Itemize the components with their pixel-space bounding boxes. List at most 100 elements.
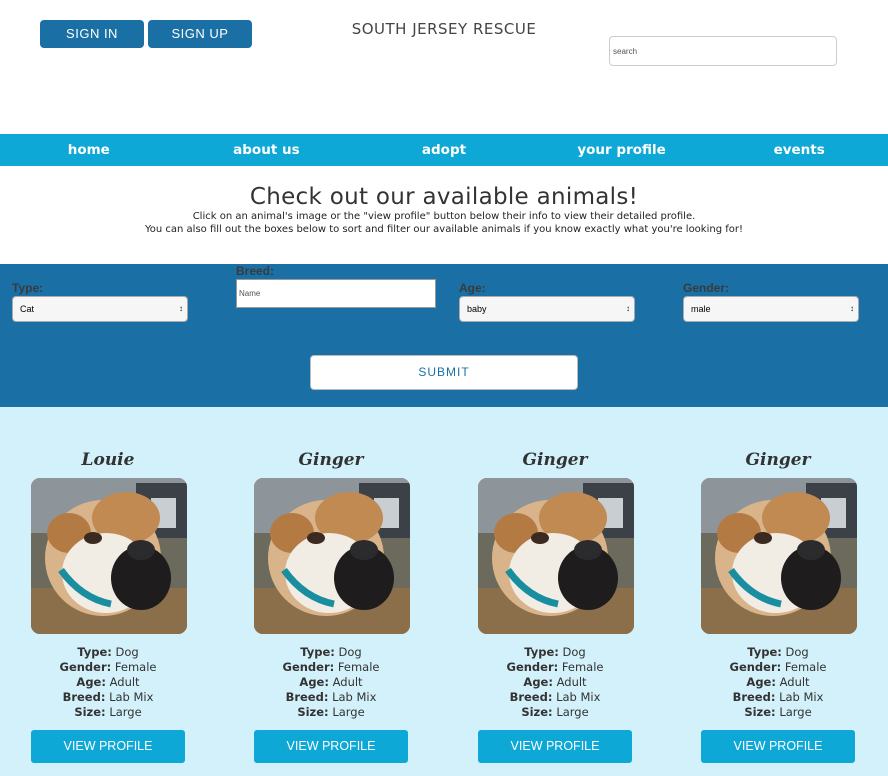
animal-gender: Female [561,660,604,674]
animal-type: Dog [115,645,139,659]
field-label: Gender: [282,660,335,674]
animal-breed: Lab Mix [779,690,824,704]
type-select-value: Cat [20,304,35,314]
submit-button[interactable]: SUBMIT [310,355,578,390]
animal-gender-row: Gender: Female [693,660,863,675]
field-label: Size: [74,705,106,719]
animal-info: Type: Dog Gender: Female Age: Adult Bree… [693,645,863,720]
animal-breed-row: Breed: Lab Mix [470,690,640,705]
field-label: Age: [523,675,553,689]
view-profile-button[interactable]: VIEW PROFILE [701,730,855,763]
animal-type: Dog [338,645,362,659]
animal-type-row: Type: Dog [693,645,863,660]
gender-select[interactable]: male ↕ [683,296,859,322]
age-select[interactable]: baby ↕ [459,296,635,322]
dog-photo-image [478,478,634,634]
breed-label: Breed: [236,264,275,278]
animal-age-row: Age: Adult [693,675,863,690]
animal-age: Adult [109,675,140,689]
animal-breed-row: Breed: Lab Mix [693,690,863,705]
nav-item-adopt[interactable]: adopt [355,134,533,166]
select-arrows-icon: ↕ [626,304,630,313]
field-label: Gender: [59,660,112,674]
animal-size: Large [109,705,142,719]
animal-size-row: Size: Large [693,705,863,720]
animal-gender-row: Gender: Female [470,660,640,675]
type-label: Type: [12,281,44,295]
field-label: Size: [744,705,776,719]
type-select[interactable]: Cat ↕ [12,296,188,322]
animal-name: Ginger [522,450,588,470]
animal-breed-row: Breed: Lab Mix [246,690,416,705]
field-label: Breed: [62,690,106,704]
animal-photo[interactable] [478,478,634,634]
animal-info: Type: Dog Gender: Female Age: Adult Bree… [470,645,640,720]
animal-age-row: Age: Adult [23,675,193,690]
field-label: Age: [299,675,329,689]
animal-photo[interactable] [254,478,410,634]
nav-item-your-profile[interactable]: your profile [533,134,711,166]
animal-gender: Female [114,660,157,674]
animal-age: Adult [779,675,810,689]
select-arrows-icon: ↕ [179,304,183,313]
animal-name: Ginger [298,450,364,470]
field-label: Age: [76,675,106,689]
animal-size: Large [332,705,365,719]
view-profile-button[interactable]: VIEW PROFILE [31,730,185,763]
animal-size-row: Size: Large [246,705,416,720]
dog-photo-image [254,478,410,634]
site-header: SIGN IN SIGN UP SOUTH JERSEY RESCUE [0,0,888,134]
field-label: Gender: [729,660,782,674]
age-label: Age: [459,281,486,295]
dog-photo-image [31,478,187,634]
gender-select-value: male [691,304,711,314]
field-label: Age: [746,675,776,689]
dog-photo-image [701,478,857,634]
animal-size: Large [779,705,812,719]
animal-photo[interactable] [701,478,857,634]
animal-breed: Lab Mix [556,690,601,704]
animal-breed-row: Breed: Lab Mix [23,690,193,705]
animal-type-row: Type: Dog [470,645,640,660]
nav-item-events[interactable]: events [710,134,888,166]
animal-gender-row: Gender: Female [23,660,193,675]
view-profile-button[interactable]: VIEW PROFILE [478,730,632,763]
sign-up-button[interactable]: SIGN UP [148,20,252,48]
nav-item-home[interactable]: home [0,134,178,166]
animal-info: Type: Dog Gender: Female Age: Adult Bree… [23,645,193,720]
intro-line-2: You can also fill out the boxes below to… [145,224,743,235]
field-label: Gender: [506,660,559,674]
page-title: Check out our available animals! [249,184,639,210]
field-label: Type: [77,645,112,659]
field-label: Type: [747,645,782,659]
animal-age-row: Age: Adult [470,675,640,690]
animal-age: Adult [556,675,587,689]
animal-gender: Female [784,660,827,674]
animal-type: Dog [785,645,809,659]
animal-breed: Lab Mix [332,690,377,704]
field-label: Type: [524,645,559,659]
search-input[interactable] [609,36,837,66]
select-arrows-icon: ↕ [850,304,854,313]
field-label: Size: [297,705,329,719]
breed-input[interactable] [236,279,436,308]
age-select-value: baby [467,304,487,314]
intro-line-1: Click on an animal's image or the "view … [192,211,696,222]
intro-section: Check out our available animals! Click o… [0,166,888,264]
field-label: Type: [300,645,335,659]
animal-gender-row: Gender: Female [246,660,416,675]
main-nav: home about us adopt your profile events [0,134,888,166]
nav-item-about-us[interactable]: about us [178,134,356,166]
site-title: SOUTH JERSEY RESCUE [351,20,537,38]
animal-list: Louie Type: Dog Gender: Female Age: Adul… [0,407,888,776]
view-profile-button[interactable]: VIEW PROFILE [254,730,408,763]
field-label: Breed: [732,690,776,704]
animal-breed: Lab Mix [109,690,154,704]
gender-label: Gender: [683,281,730,295]
field-label: Breed: [509,690,553,704]
animal-photo[interactable] [31,478,187,634]
animal-age: Adult [332,675,363,689]
sign-in-button[interactable]: SIGN IN [40,20,144,48]
animal-type: Dog [562,645,586,659]
animal-age-row: Age: Adult [246,675,416,690]
